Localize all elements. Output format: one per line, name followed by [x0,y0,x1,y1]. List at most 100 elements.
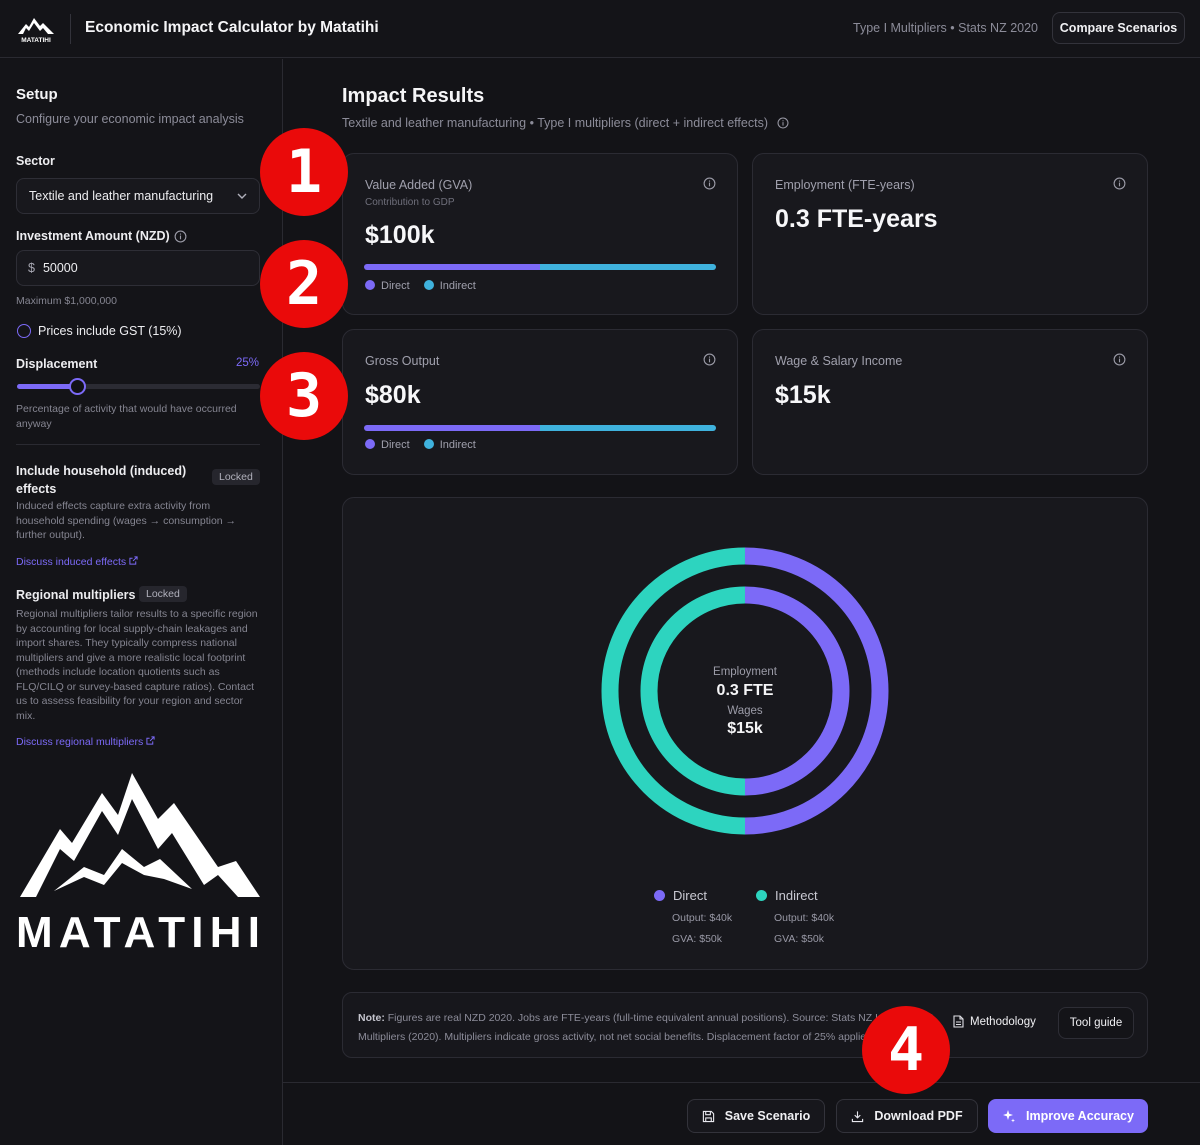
employment-value: 0.3 FTE-years [775,205,938,233]
direct-gva-value: GVA: $50k [672,933,722,945]
svg-text:MATATIHI: MATATIHI [21,37,51,44]
document-icon [953,1015,964,1028]
output-direct-bar [364,425,540,431]
donut-center-label-employment: Employment [713,666,777,678]
gva-note: Contribution to GDP [365,197,455,208]
investment-hint: Maximum $1,000,000 [16,295,117,307]
donut-legend-direct-text: Direct [673,888,707,903]
improve-accuracy-button[interactable]: Improve Accuracy [988,1099,1148,1133]
donut-center-value-employment: 0.3 FTE [716,682,774,699]
output-indirect-bar [540,425,716,431]
donut-center-label-wages: Wages [727,705,763,717]
gross-output-value: $80k [365,381,421,409]
info-icon[interactable] [777,117,789,129]
note-text: Note: Figures are real NZD 2020. Jobs ar… [358,1009,938,1047]
header-divider [70,14,71,44]
currency-symbol: $ [28,261,35,275]
gva-card: Value Added (GVA) Contribution to GDP $1… [342,153,738,315]
legend-direct-text: Direct [381,439,410,451]
regional-multipliers-label: Regional multipliers [16,588,136,602]
regional-locked-badge: Locked [139,586,187,602]
gva-label: Value Added (GVA) [365,178,473,192]
setup-title: Setup [16,86,58,103]
sector-select-value: Textile and leather manufacturing [29,189,214,203]
sector-label: Sector [16,154,55,168]
indirect-dot [423,280,434,290]
legend-direct: Direct [365,280,410,292]
wages-value: $15k [775,381,831,409]
discuss-regional-multipliers-link[interactable]: Discuss regional multipliers [16,736,155,748]
save-scenario-button[interactable]: Save Scenario [687,1099,825,1133]
direct-output-value: Output: $40k [672,912,733,924]
gst-radio[interactable] [17,324,31,338]
note-body: Figures are real NZD 2020. Jobs are FTE-… [358,1012,934,1043]
methodology-note-card: Note: Figures are real NZD 2020. Jobs ar… [342,992,1148,1058]
methodology-link[interactable]: Methodology [953,1015,1036,1028]
tool-guide-button[interactable]: Tool guide [1058,1007,1134,1039]
direct-dot [654,890,665,901]
note-bold: Note: [358,1012,385,1024]
discuss-regional-multipliers-text: Discuss regional multipliers [16,736,144,748]
discuss-induced-effects-link[interactable]: Discuss induced effects [16,556,138,568]
gva-legend: Direct Indirect [365,280,476,292]
indirect-gva-value: GVA: $50k [774,933,824,945]
slider-thumb[interactable] [68,378,86,395]
setup-subtitle: Configure your economic impact analysis [16,112,244,126]
wages-card: Wage & Salary Income $15k [752,329,1148,475]
results-title: Impact Results [342,85,485,107]
improve-accuracy-text: Improve Accuracy [1026,1109,1134,1123]
donut-legend-indirect-text: Indirect [775,888,818,903]
results-subtitle: Textile and leather manufacturing • Type… [342,116,789,130]
info-icon[interactable] [703,353,716,366]
legend-indirect: Indirect [423,439,476,451]
matatihi-logo-icon[interactable]: MATATIHI [16,12,56,44]
output-split-bar [364,425,716,431]
legend-direct-text: Direct [381,280,410,292]
svg-text:MATATIHI: MATATIHI [16,908,260,953]
gva-split-bar [364,264,716,270]
methodology-text: Methodology [970,1015,1036,1028]
investment-input-wrapper: $ [16,250,260,286]
displacement-value: 25% [236,357,260,369]
indirect-output-value: Output: $40k [774,912,835,924]
indirect-dot [756,890,767,901]
regional-description: Regional multipliers tailor results to a… [16,608,258,722]
direct-dot [365,439,375,449]
legend-indirect: Indirect [423,280,476,292]
gst-label[interactable]: Prices include GST (15%) [38,324,182,338]
employment-card: Employment (FTE-years) 0.3 FTE-years [752,153,1148,315]
donut-legend-direct: Direct [654,888,707,903]
setup-sidebar: Setup Configure your economic impact ana… [0,59,283,1145]
investment-label: Investment Amount (NZD) [16,229,170,243]
info-icon[interactable] [1113,177,1126,190]
investment-input[interactable] [42,261,233,275]
gva-value: $100k [365,221,435,249]
legend-indirect-text: Indirect [439,280,476,292]
external-link-icon [146,736,155,745]
gross-output-card: Gross Output $80k Direct Indirect [342,329,738,475]
displacement-hint: Percentage of activity that would have o… [16,403,237,430]
displacement-slider[interactable] [17,378,260,395]
sidebar-divider [16,444,260,445]
annotation-badge-2: 2 [260,240,348,328]
save-scenario-text: Save Scenario [724,1109,811,1123]
sparkle-icon [1003,1110,1016,1123]
employment-label: Employment (FTE-years) [775,178,915,192]
displacement-label: Displacement [16,357,98,371]
direct-dot [365,280,375,290]
compare-scenarios-button[interactable]: Compare Scenarios [1052,12,1185,44]
chevron-down-icon [237,193,247,199]
download-pdf-button[interactable]: Download PDF [836,1099,978,1133]
indirect-dot [423,439,434,449]
legend-indirect-text: Indirect [439,439,476,451]
download-icon [852,1110,864,1122]
household-description: Induced effects capture extra activity f… [16,500,237,541]
sector-select[interactable]: Textile and leather manufacturing [16,178,260,214]
footer-divider [283,1082,1200,1083]
info-icon[interactable] [703,177,716,190]
annotation-badge-4: 4 [862,1006,950,1094]
info-icon[interactable] [1113,353,1126,366]
output-legend: Direct Indirect [365,439,476,451]
info-icon[interactable] [174,230,187,243]
app-title: Economic Impact Calculator by Matatihi [85,19,379,36]
